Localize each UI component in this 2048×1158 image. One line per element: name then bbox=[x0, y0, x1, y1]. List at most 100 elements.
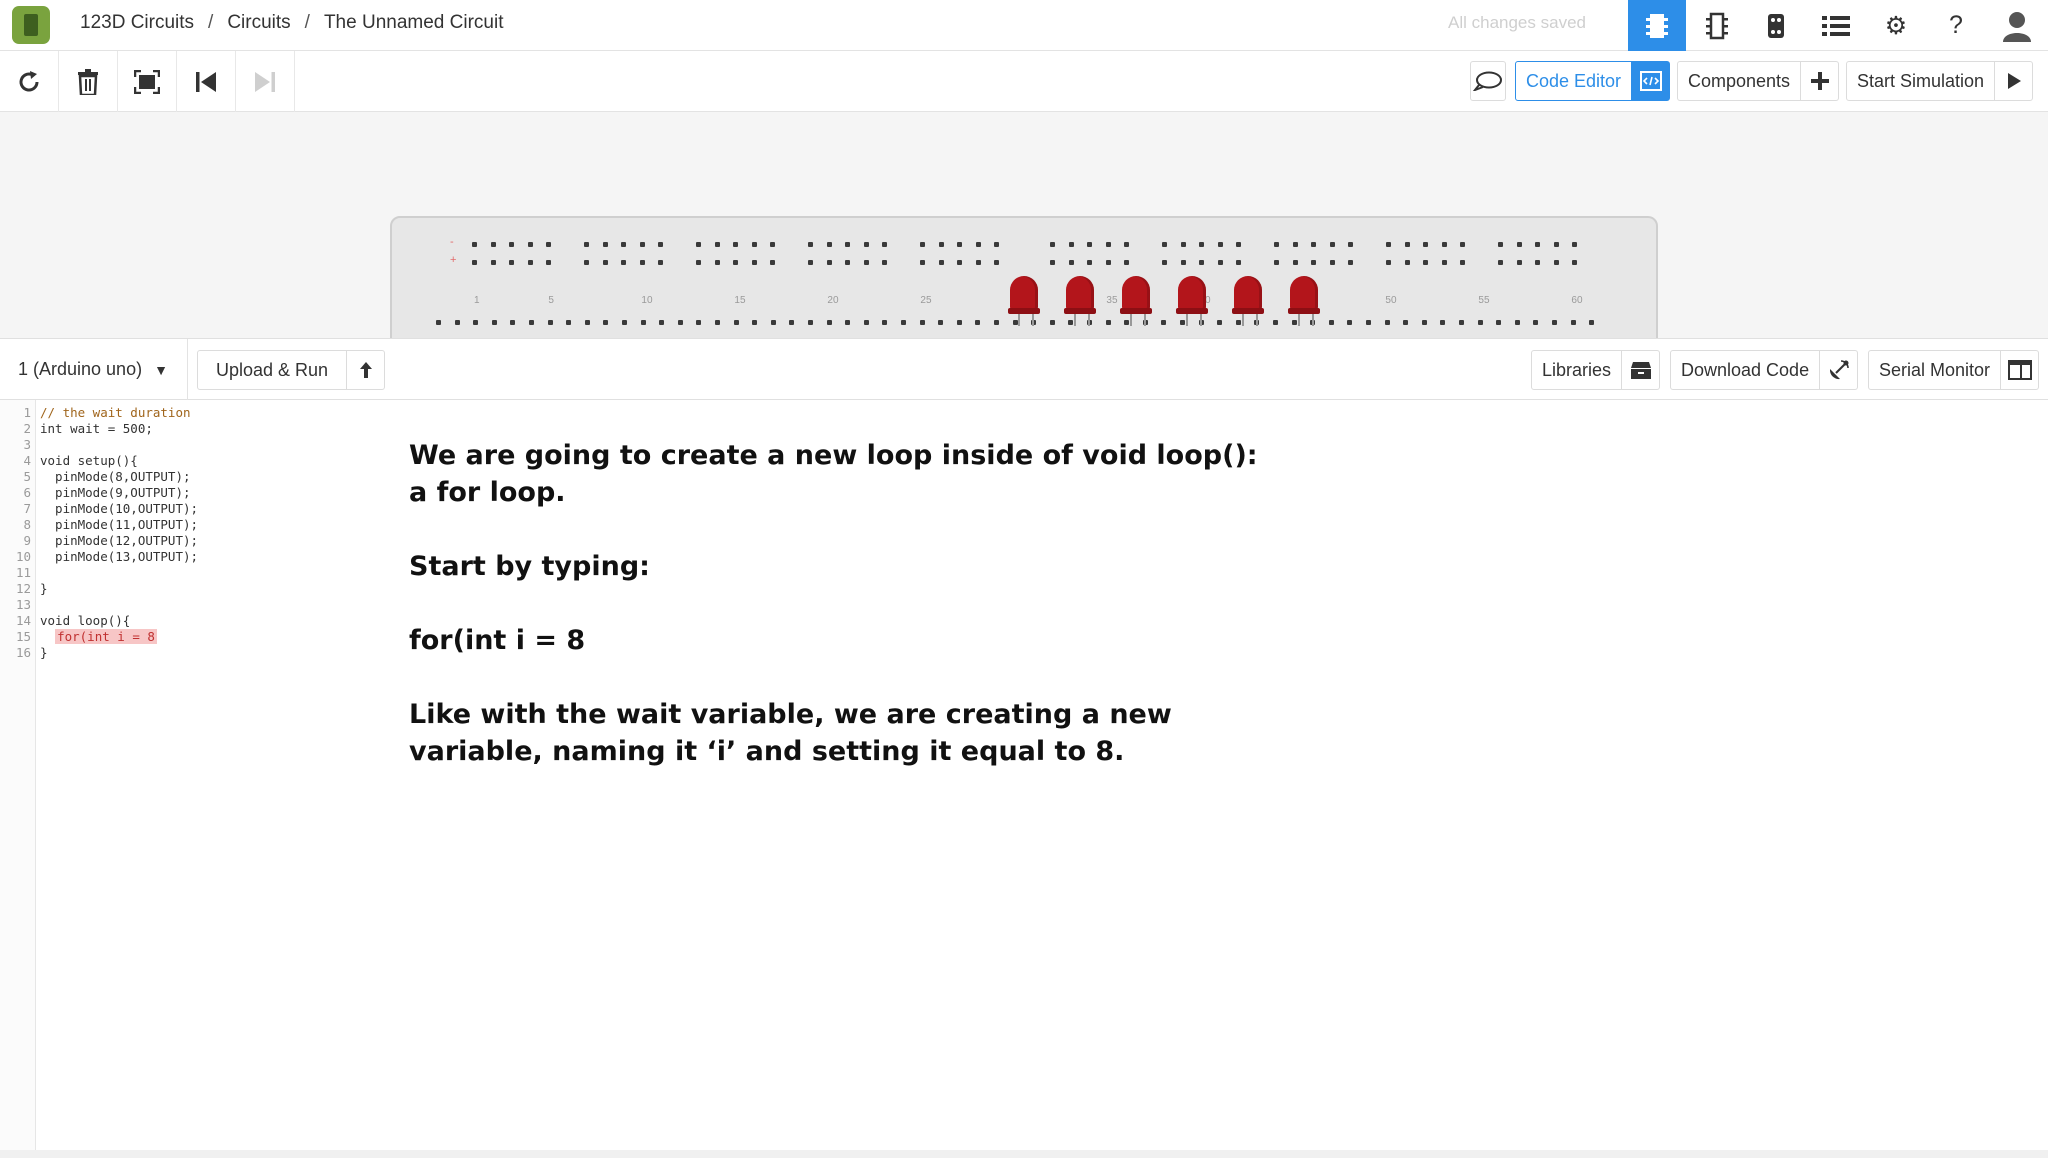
code-line[interactable]: pinMode(11,OUTPUT); bbox=[40, 517, 198, 533]
monitor-window-icon bbox=[2000, 351, 2038, 389]
breadboard-hole bbox=[529, 320, 534, 325]
breadcrumb-circuits-link[interactable]: Circuits bbox=[227, 12, 290, 34]
breadboard-hole bbox=[1441, 242, 1447, 247]
breadboard-hole bbox=[1477, 320, 1483, 325]
board-select-dropdown[interactable]: 1 (Arduino uno) ▼ bbox=[0, 339, 188, 400]
breadboard-hole bbox=[938, 260, 944, 265]
breadboard-hole bbox=[1180, 320, 1185, 325]
components-button[interactable]: Components bbox=[1677, 61, 1840, 101]
code-line[interactable]: void setup(){ bbox=[40, 453, 198, 469]
breadboard-hole bbox=[696, 260, 701, 265]
code-panel-bar: 1 (Arduino uno) ▼ Upload & Run Libraries… bbox=[0, 338, 2048, 400]
code-line[interactable]: pinMode(8,OUTPUT); bbox=[40, 469, 198, 485]
code-line[interactable]: void loop(){ bbox=[40, 613, 198, 629]
line-number: 14 bbox=[15, 613, 31, 628]
breadboard-hole bbox=[640, 320, 646, 325]
breadboard-hole bbox=[1329, 242, 1335, 247]
schematic-view-icon[interactable] bbox=[1688, 0, 1746, 51]
breadboard-hole bbox=[994, 242, 1000, 247]
breadboard-hole bbox=[863, 320, 869, 325]
code-line[interactable]: pinMode(12,OUTPUT); bbox=[40, 533, 198, 549]
red-led[interactable] bbox=[1120, 276, 1152, 326]
breadboard-hole bbox=[733, 242, 739, 247]
download-code-button[interactable]: Download Code bbox=[1670, 350, 1859, 390]
breadboard-hole bbox=[975, 260, 981, 265]
red-led[interactable] bbox=[1232, 276, 1264, 326]
breadboard-hole bbox=[1460, 242, 1466, 247]
circuit-canvas[interactable]: - + 151015202530354045505560 bbox=[0, 112, 2048, 338]
breadboard-hole bbox=[920, 260, 925, 265]
breadboard[interactable]: - + 151015202530354045505560 bbox=[390, 216, 1658, 338]
code-line[interactable]: for(int i = 8 bbox=[40, 629, 198, 645]
step-back-button[interactable] bbox=[177, 51, 236, 112]
breadboard-hole bbox=[715, 320, 720, 325]
code-line[interactable] bbox=[40, 597, 198, 613]
start-simulation-button[interactable]: Start Simulation bbox=[1846, 61, 2034, 101]
breadcrumb-home-link[interactable]: 123D Circuits bbox=[80, 12, 194, 34]
breadboard-hole bbox=[733, 320, 739, 325]
serial-monitor-button[interactable]: Serial Monitor bbox=[1868, 350, 2040, 390]
breadboard-hole bbox=[1347, 320, 1353, 325]
breadboard-hole bbox=[1236, 242, 1242, 247]
help-icon[interactable]: ? bbox=[1927, 0, 1985, 51]
red-led[interactable] bbox=[1008, 276, 1040, 326]
upload-run-button[interactable]: Upload & Run bbox=[197, 350, 386, 390]
breadboard-hole bbox=[994, 260, 1000, 265]
red-led[interactable] bbox=[1288, 276, 1320, 326]
breadboard-hole bbox=[789, 320, 795, 325]
code-line[interactable]: pinMode(13,OUTPUT); bbox=[40, 549, 198, 565]
breadboard-column-number: 20 bbox=[827, 295, 839, 306]
app-logo-icon[interactable] bbox=[12, 6, 50, 44]
rotate-button[interactable] bbox=[0, 51, 59, 112]
breadboard-column-number: 1 bbox=[474, 295, 480, 306]
code-line[interactable]: } bbox=[40, 581, 198, 597]
line-number: 16 bbox=[15, 645, 31, 660]
breadboard-hole bbox=[527, 242, 533, 247]
step-forward-button[interactable] bbox=[236, 51, 295, 112]
comment-button[interactable] bbox=[1470, 61, 1506, 101]
breadboard-hole bbox=[808, 242, 813, 247]
breadboard-hole bbox=[1199, 242, 1205, 247]
fit-to-view-button[interactable] bbox=[118, 51, 177, 112]
libraries-button[interactable]: Libraries bbox=[1531, 350, 1661, 390]
code-line[interactable] bbox=[40, 437, 198, 453]
breadboard-hole bbox=[1049, 320, 1055, 325]
red-led[interactable] bbox=[1176, 276, 1208, 326]
breadboard-hole bbox=[1105, 242, 1111, 247]
gear-icon[interactable]: ⚙ bbox=[1867, 0, 1925, 51]
code-line[interactable]: pinMode(10,OUTPUT); bbox=[40, 501, 198, 517]
code-text[interactable]: // the wait duration int wait = 500; void … bbox=[40, 405, 198, 661]
breadboard-view-icon[interactable] bbox=[1628, 0, 1686, 51]
breadboard-hole bbox=[1105, 320, 1111, 325]
breadboard-hole bbox=[1068, 320, 1074, 325]
code-editor-button[interactable]: Code Editor bbox=[1515, 61, 1671, 101]
breadboard-hole bbox=[1421, 320, 1427, 325]
user-avatar-icon[interactable] bbox=[1988, 0, 2046, 51]
breadboard-column-number: 15 bbox=[734, 295, 746, 306]
breadboard-hole bbox=[751, 260, 757, 265]
breadboard-column-number: 10 bbox=[641, 295, 653, 306]
breadboard-hole bbox=[1423, 260, 1429, 265]
breadboard-hole bbox=[1460, 260, 1466, 265]
breadboard-hole bbox=[1348, 242, 1354, 247]
line-number: 2 bbox=[23, 421, 31, 436]
pcb-view-icon[interactable] bbox=[1747, 0, 1805, 51]
code-line[interactable]: int wait = 500; bbox=[40, 421, 198, 437]
delete-button[interactable] bbox=[59, 51, 118, 112]
breadcrumb-circuit-name[interactable]: The Unnamed Circuit bbox=[324, 12, 504, 34]
breadboard-hole bbox=[677, 320, 683, 325]
code-line[interactable] bbox=[40, 565, 198, 581]
narration-line: variable, naming it ‘i’ and setting it e… bbox=[409, 736, 1125, 767]
code-line[interactable]: } bbox=[40, 645, 198, 661]
code-editor-area[interactable]: 1 2 3 4 5 6 7 8 9 10 11 12 13 14 15 16 // the wait dura… bbox=[0, 400, 2048, 1158]
breadboard-hole bbox=[436, 320, 441, 325]
list-icon[interactable] bbox=[1807, 0, 1865, 51]
code-comment: // the wait duration bbox=[40, 405, 191, 420]
breadboard-hole bbox=[1050, 242, 1055, 247]
download-satellite-icon bbox=[1819, 351, 1857, 389]
red-led[interactable] bbox=[1064, 276, 1096, 326]
breadboard-hole bbox=[863, 242, 869, 247]
code-line[interactable]: pinMode(9,OUTPUT); bbox=[40, 485, 198, 501]
code-line[interactable]: // the wait duration bbox=[40, 405, 198, 421]
breadboard-hole bbox=[584, 242, 589, 247]
